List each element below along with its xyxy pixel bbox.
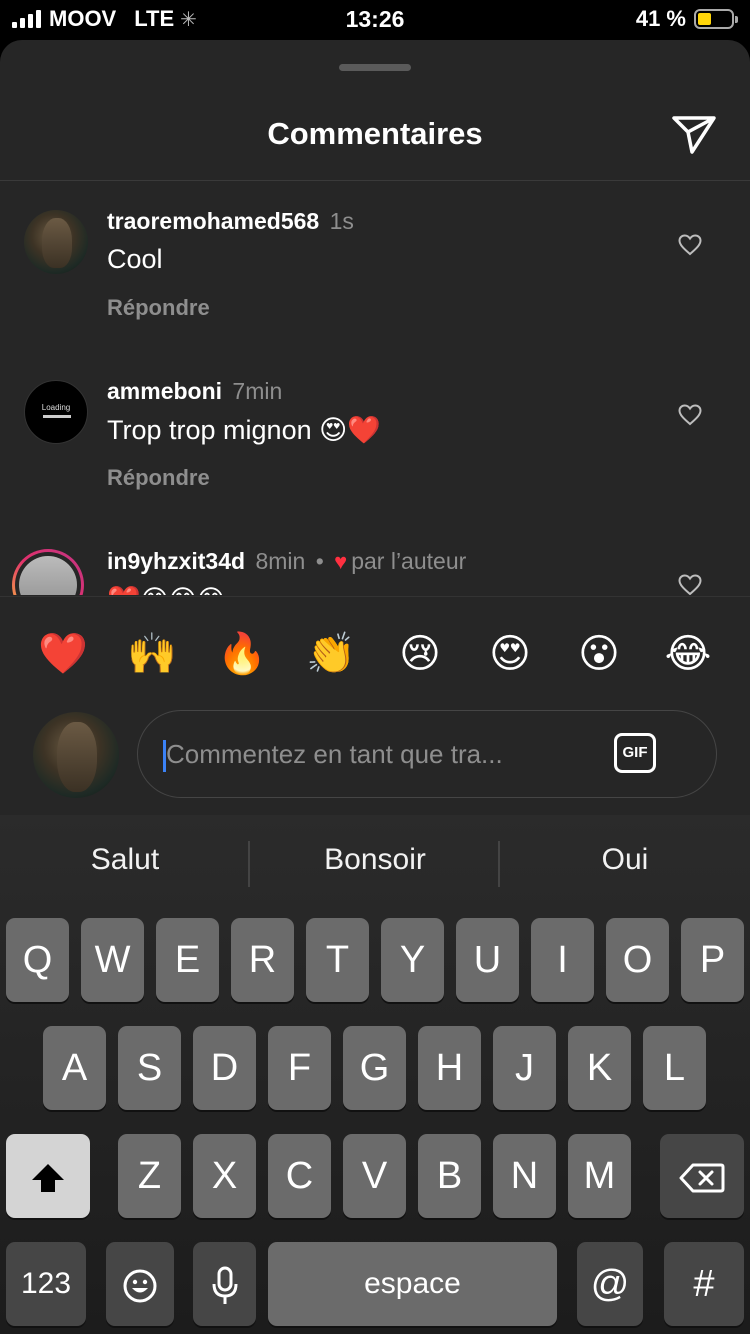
- comment-username[interactable]: traoremohamed568: [107, 208, 319, 234]
- reply-button[interactable]: Répondre: [107, 465, 210, 491]
- separator-dot: •: [315, 548, 324, 574]
- key-m[interactable]: M: [568, 1134, 631, 1218]
- key-q[interactable]: Q: [6, 918, 69, 1002]
- quick-reactions-bar: ❤️ 🙌 🔥 👏 😢 😍 😮 😂: [0, 596, 750, 707]
- key-f[interactable]: F: [268, 1026, 331, 1110]
- microphone-icon: [212, 1266, 237, 1304]
- battery-icon: [694, 9, 738, 29]
- author-liked-heart-icon: ♥: [334, 549, 348, 574]
- status-right: 41 %: [635, 6, 738, 32]
- reaction-clap[interactable]: 👏: [306, 629, 356, 679]
- share-send-icon[interactable]: [670, 112, 718, 156]
- key-r[interactable]: R: [231, 918, 294, 1002]
- reaction-raised-hands[interactable]: 🙌: [127, 629, 177, 679]
- reply-button[interactable]: Répondre: [107, 295, 210, 321]
- comment-header: ammeboni 7min: [107, 378, 282, 405]
- comment-text: Trop trop mignon 😍❤️: [107, 415, 381, 445]
- comment-item: traoremohamed568 1s Cool Répondre: [0, 181, 750, 351]
- key-c[interactable]: C: [268, 1134, 331, 1218]
- emoji-icon: [123, 1269, 157, 1303]
- story-avatar[interactable]: [12, 549, 84, 595]
- key-v[interactable]: V: [343, 1134, 406, 1218]
- reaction-heart[interactable]: ❤️: [38, 629, 88, 679]
- key-u[interactable]: U: [456, 918, 519, 1002]
- key-y[interactable]: Y: [381, 918, 444, 1002]
- suggestion-2[interactable]: Bonsoir: [250, 843, 500, 877]
- reaction-laughing[interactable]: 😂: [663, 629, 713, 679]
- status-bar: MOOV LTE ✳ 13:26 41 %: [0, 0, 750, 40]
- backspace-key[interactable]: [660, 1134, 744, 1218]
- comment-text: ❤️😁😁😁: [107, 584, 225, 595]
- liked-by-author-label: par l’auteur: [351, 548, 467, 574]
- reaction-fire[interactable]: 🔥: [217, 629, 267, 679]
- key-p[interactable]: P: [681, 918, 744, 1002]
- key-h[interactable]: H: [418, 1026, 481, 1110]
- key-w[interactable]: W: [81, 918, 144, 1002]
- comment-text: Cool: [107, 244, 163, 274]
- key-j[interactable]: J: [493, 1026, 556, 1110]
- key-n[interactable]: N: [493, 1134, 556, 1218]
- reaction-surprised[interactable]: 😮: [574, 629, 624, 679]
- comment-header: in9yhzxit34d 8min • ♥ par l’auteur: [107, 548, 466, 575]
- key-o[interactable]: O: [606, 918, 669, 1002]
- shift-key[interactable]: [6, 1134, 90, 1218]
- reaction-heart-eyes[interactable]: 😍: [485, 629, 535, 679]
- comment-input[interactable]: Commentez en tant que tra... GIF: [137, 710, 717, 798]
- avatar-loading-text: Loading: [41, 403, 71, 412]
- like-heart-icon[interactable]: [678, 574, 702, 595]
- key-x[interactable]: X: [193, 1134, 256, 1218]
- composer-avatar: [33, 712, 119, 798]
- key-z[interactable]: Z: [118, 1134, 181, 1218]
- key-t[interactable]: T: [306, 918, 369, 1002]
- key-b[interactable]: B: [418, 1134, 481, 1218]
- emoji-key[interactable]: [106, 1242, 174, 1326]
- battery-level: [698, 13, 711, 25]
- backspace-icon: [679, 1163, 725, 1193]
- comment-item: in9yhzxit34d 8min • ♥par l’auteur ❤️😁😁😁: [0, 521, 750, 595]
- shift-arrow-icon: [32, 1163, 64, 1192]
- key-k[interactable]: K: [568, 1026, 631, 1110]
- suggestion-3[interactable]: Oui: [500, 843, 750, 877]
- reaction-crying[interactable]: 😢: [395, 629, 445, 679]
- comment-time: 8min: [255, 548, 306, 574]
- comment-item: Loading ammeboni 7min Trop trop mignon 😍…: [0, 351, 750, 521]
- comments-list: traoremohamed568 1s Cool Répondre Loadin…: [0, 181, 750, 595]
- comment-header: traoremohamed568 1s: [107, 208, 354, 235]
- key-d[interactable]: D: [193, 1026, 256, 1110]
- key-e[interactable]: E: [156, 918, 219, 1002]
- suggestion-1[interactable]: Salut: [0, 843, 250, 877]
- battery-percent: 41 %: [635, 6, 686, 31]
- space-key[interactable]: espace: [268, 1242, 557, 1326]
- keyboard: Salut Bonsoir Oui Q W E R T Y U I O P A …: [0, 815, 750, 1334]
- key-a[interactable]: A: [43, 1026, 106, 1110]
- comment-username[interactable]: ammeboni: [107, 378, 222, 404]
- comments-sheet: Commentaires traoremohamed568 1s Cool Ré…: [0, 40, 750, 815]
- key-l[interactable]: L: [643, 1026, 706, 1110]
- key-g[interactable]: G: [343, 1026, 406, 1110]
- dictation-key[interactable]: [193, 1242, 256, 1326]
- comment-time: 7min: [232, 378, 283, 404]
- sheet-title: Commentaires: [267, 116, 483, 151]
- suggestion-bar: Salut Bonsoir Oui: [0, 815, 750, 915]
- key-s[interactable]: S: [118, 1026, 181, 1110]
- key-i[interactable]: I: [531, 918, 594, 1002]
- avatar[interactable]: [24, 210, 88, 274]
- numbers-key[interactable]: 123: [6, 1242, 86, 1326]
- like-heart-icon[interactable]: [678, 404, 702, 426]
- like-heart-icon[interactable]: [678, 234, 702, 256]
- at-key[interactable]: @: [577, 1242, 643, 1326]
- comment-input-placeholder: Commentez en tant que tra...: [166, 739, 503, 769]
- gif-button[interactable]: GIF: [614, 733, 656, 773]
- hash-key[interactable]: #: [664, 1242, 744, 1326]
- comment-username[interactable]: in9yhzxit34d: [107, 548, 245, 574]
- sheet-grabber[interactable]: [339, 64, 411, 71]
- avatar[interactable]: Loading: [24, 380, 88, 444]
- comment-time: 1s: [329, 208, 354, 234]
